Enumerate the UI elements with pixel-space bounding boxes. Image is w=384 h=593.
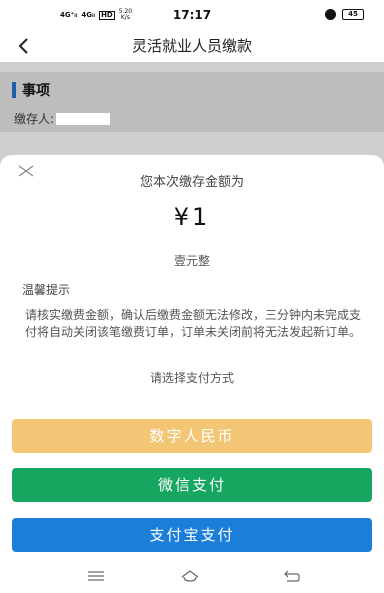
section-accent-bar <box>12 82 16 98</box>
alarm-icon <box>325 9 336 20</box>
back-arrow-icon[interactable] <box>14 36 34 56</box>
amount-in-words: 壹元整 <box>173 254 210 268</box>
battery-icon: 45 <box>342 9 364 20</box>
amount-label: 您本次缴存金额为 <box>139 175 244 190</box>
payment-method-prompt: 请选择支付方式 <box>149 371 234 385</box>
menu-icon[interactable] <box>86 568 106 584</box>
digital-rmb-button[interactable]: 数字人民币 <box>12 419 372 453</box>
back-icon[interactable] <box>282 568 302 584</box>
tips-title: 温馨提示 <box>22 283 71 297</box>
payment-sheet: 您本次缴存金额为 ¥1 壹元整 温馨提示 请核实缴费金额，确认后缴费金额无法修改… <box>0 155 384 560</box>
section-title: 事项 <box>22 83 50 99</box>
payer-row: 缴存人: <box>14 110 111 127</box>
alipay-button[interactable]: 支付宝支付 <box>12 518 372 552</box>
system-nav-bar <box>0 560 384 593</box>
payer-label: 缴存人: <box>14 112 55 126</box>
status-right: 45 <box>325 9 364 20</box>
amount-value: ¥1 <box>173 203 211 231</box>
tips-text: 请核实缴费金额，确认后缴费金额无法修改，三分钟内未完成支付将自动关闭该笔缴费订单… <box>24 308 361 339</box>
home-icon[interactable] <box>180 568 200 584</box>
matter-section: 事项 缴存人: <box>0 72 384 132</box>
payer-name-redacted <box>56 112 111 125</box>
page-title: 灵活就业人员缴款 <box>131 37 252 55</box>
nav-bar: 灵活就业人员缴款 <box>0 30 384 62</box>
section-header: 事项 <box>12 80 50 100</box>
wechat-pay-button[interactable]: 微信支付 <box>12 468 372 502</box>
status-bar: 4G⁺ᵢₗ 4Gᵢₗ HD 5.20 K/s 17:17 45 <box>0 0 384 30</box>
